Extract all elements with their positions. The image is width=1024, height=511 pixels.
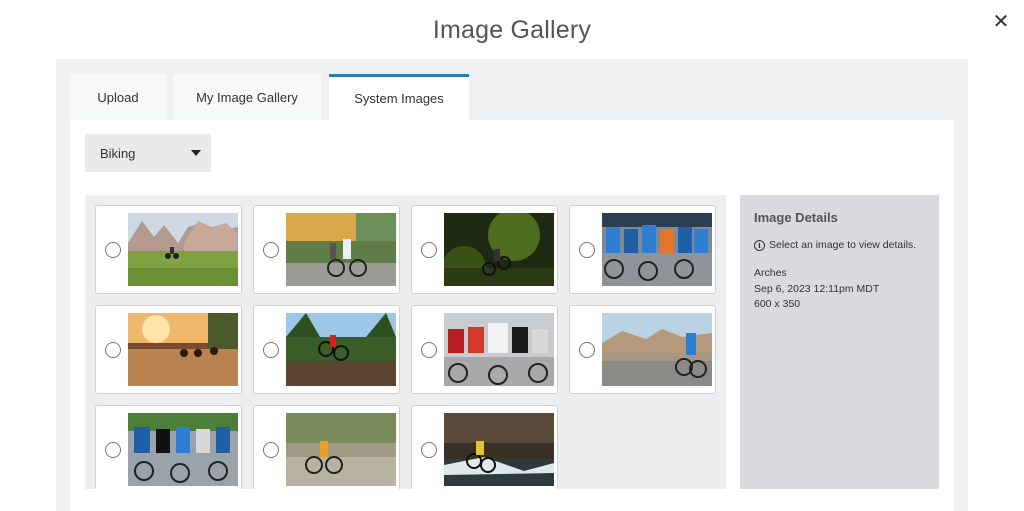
image-thumbnail[interactable] — [602, 313, 712, 386]
image-grid — [85, 195, 726, 489]
image-date: Sep 6, 2023 12:11pm MDT — [754, 282, 880, 295]
image-card[interactable] — [253, 205, 400, 294]
image-card[interactable] — [95, 305, 242, 394]
image-card[interactable] — [411, 405, 558, 489]
image-card[interactable] — [95, 405, 242, 489]
image-radio[interactable] — [105, 442, 121, 458]
image-card[interactable] — [95, 205, 242, 294]
image-name: Arches — [754, 267, 787, 279]
image-radio[interactable] — [263, 242, 279, 258]
image-thumbnail[interactable] — [286, 413, 396, 486]
details-hint-text: Select an image to view details. — [769, 239, 917, 251]
image-radio[interactable] — [105, 242, 121, 258]
image-radio[interactable] — [421, 342, 437, 358]
tab-upload[interactable]: Upload — [70, 74, 166, 120]
details-hint: i Select an image to view details. — [754, 239, 925, 251]
image-details-title: Image Details — [754, 210, 838, 225]
image-details-panel: Image Details i Select an image to view … — [740, 195, 939, 489]
image-radio[interactable] — [579, 342, 595, 358]
category-select[interactable]: Biking — [85, 134, 211, 172]
caret-down-icon — [191, 150, 201, 156]
image-thumbnail[interactable] — [128, 313, 238, 386]
image-card[interactable] — [411, 305, 558, 394]
close-icon[interactable]: ✕ — [988, 9, 1014, 35]
image-thumbnail[interactable] — [128, 213, 238, 286]
category-select-value: Biking — [100, 145, 136, 161]
image-card[interactable] — [253, 305, 400, 394]
image-dimensions: 600 x 350 — [754, 298, 801, 310]
image-radio[interactable] — [263, 442, 279, 458]
image-thumbnail[interactable] — [444, 313, 554, 386]
info-icon: i — [754, 239, 765, 251]
image-card[interactable] — [253, 405, 400, 489]
image-thumbnail[interactable] — [128, 413, 238, 486]
image-radio[interactable] — [579, 242, 595, 258]
image-radio[interactable] — [105, 342, 121, 358]
image-radio[interactable] — [421, 242, 437, 258]
tab-system-images[interactable]: System Images — [329, 74, 469, 120]
image-thumbnail[interactable] — [444, 413, 554, 486]
dialog-title: Image Gallery — [432, 16, 592, 44]
image-radio[interactable] — [263, 342, 279, 358]
image-thumbnail[interactable] — [444, 213, 554, 286]
image-card[interactable] — [411, 205, 558, 294]
gallery-modal: Upload My Image Gallery System Images Bi… — [56, 59, 968, 511]
image-radio[interactable] — [421, 442, 437, 458]
image-thumbnail[interactable] — [286, 313, 396, 386]
tab-panel: Biking Image Details i Select an image t… — [70, 120, 954, 511]
image-card[interactable] — [569, 305, 716, 394]
image-card[interactable] — [569, 205, 716, 294]
tab-my-image-gallery[interactable]: My Image Gallery — [173, 74, 321, 120]
image-thumbnail[interactable] — [602, 213, 712, 286]
image-thumbnail[interactable] — [286, 213, 396, 286]
